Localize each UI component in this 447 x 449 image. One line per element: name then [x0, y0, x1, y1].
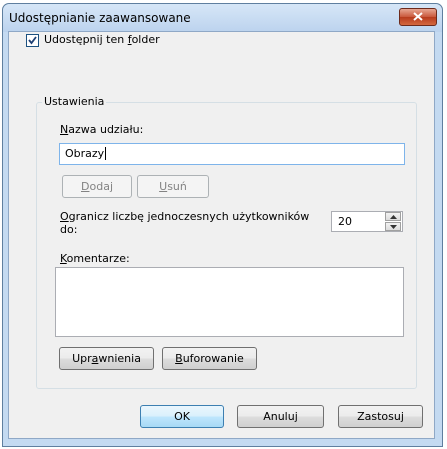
cancel-button[interactable]: Anuluj: [237, 405, 324, 428]
share-name-input[interactable]: Obrazy: [59, 143, 405, 165]
user-limit-label: Ogranicz liczbę jednoczesnych użytkownik…: [60, 210, 310, 236]
add-button[interactable]: Dodaj: [62, 175, 132, 198]
close-button[interactable]: [399, 8, 437, 26]
close-icon: [413, 12, 423, 21]
share-name-label: Nazwa udziału:: [60, 123, 144, 136]
apply-button[interactable]: Zastosuj: [338, 405, 423, 428]
user-limit-value[interactable]: 20: [338, 215, 352, 228]
comments-textarea[interactable]: [55, 267, 404, 337]
title-bar[interactable]: Udostępnianie zaawansowane: [3, 4, 442, 32]
checkmark-icon: [28, 36, 37, 45]
permissions-button[interactable]: Uprawnienia: [59, 347, 154, 370]
share-folder-checkbox[interactable]: [26, 34, 39, 47]
spin-down-button[interactable]: [385, 222, 401, 231]
window-title: Udostępnianie zaawansowane: [9, 11, 191, 25]
ok-button[interactable]: OK: [140, 405, 224, 428]
arrow-down-icon: [390, 225, 397, 229]
arrow-up-icon: [390, 215, 397, 219]
user-limit-spinner[interactable]: 20: [331, 211, 403, 232]
remove-button[interactable]: Usuń: [137, 175, 209, 198]
spin-up-button[interactable]: [385, 212, 401, 221]
comments-label: Komentarze:: [60, 252, 130, 265]
settings-legend: Ustawienia: [42, 95, 107, 108]
share-folder-label[interactable]: Udostępnij ten folder: [44, 33, 160, 46]
caching-button[interactable]: Buforowanie: [162, 347, 257, 370]
